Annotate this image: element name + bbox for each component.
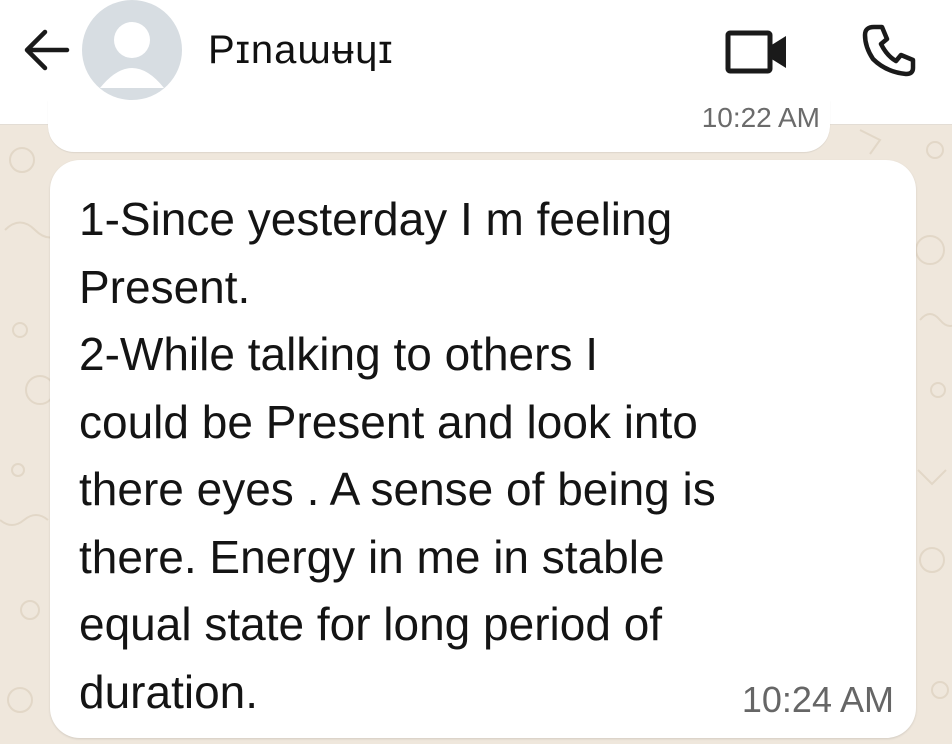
message-bubble[interactable]: 1-Since yesterday I m feeling Present. 2… — [50, 160, 916, 738]
message-text: 1-Since yesterday I m feeling Present. 2… — [79, 193, 716, 718]
chat-screen: Pɪnaɯʉɥɪ 10:22 AM 1-Since yesterday I m … — [0, 0, 952, 744]
contact-avatar[interactable] — [82, 0, 182, 100]
phone-icon — [862, 24, 916, 77]
previous-message-time: 10:22 AM — [701, 102, 820, 133]
arrow-left-icon — [24, 29, 70, 71]
video-call-button[interactable] — [724, 24, 790, 80]
contact-name[interactable]: Pɪnaɯʉɥɪ — [208, 28, 393, 72]
message-time: 10:24 AM — [741, 679, 894, 720]
default-person-icon — [100, 22, 164, 88]
video-camera-icon — [725, 30, 786, 74]
voice-call-button[interactable] — [856, 20, 922, 80]
previous-message-bubble[interactable]: 10:22 AM — [48, 100, 830, 152]
back-button[interactable] — [18, 22, 74, 78]
